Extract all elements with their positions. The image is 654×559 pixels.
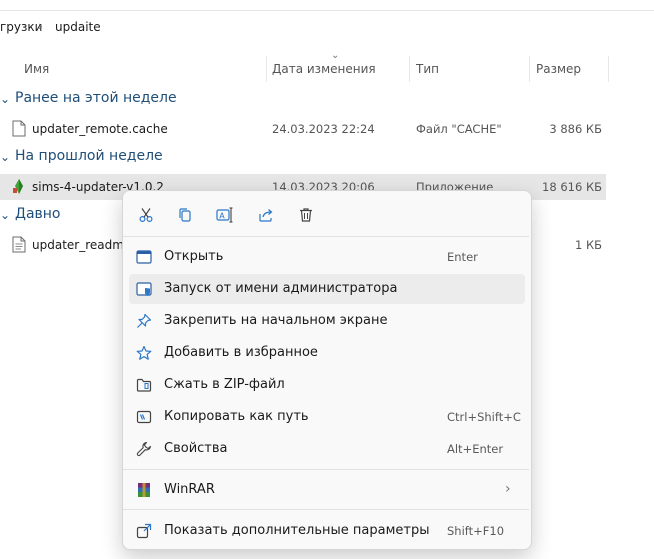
menu-item-label: Показать дополнительные параметры — [164, 523, 430, 538]
column-divider[interactable] — [608, 56, 609, 82]
column-header-size[interactable]: Размер — [536, 62, 581, 76]
column-divider[interactable] — [409, 56, 410, 82]
menu-item-label: Копировать как путь — [164, 409, 309, 424]
cut-icon[interactable] — [134, 204, 158, 226]
file-name: updater_remote.cache — [32, 122, 168, 136]
column-header-name[interactable]: Имя — [24, 62, 49, 76]
copy-path-icon — [135, 408, 153, 426]
app-icon — [13, 179, 23, 194]
zip-icon — [135, 376, 153, 394]
breadcrumb-parent[interactable]: грузки — [0, 20, 42, 34]
chevron-down-icon: ⌄ — [0, 150, 11, 164]
menu-item-shortcut: Ctrl+Shift+C — [447, 410, 521, 424]
breadcrumb-current[interactable]: updaite — [55, 20, 101, 34]
text-file-icon — [12, 236, 26, 253]
chevron-down-icon: ⌄ — [0, 208, 11, 222]
open-icon — [135, 248, 153, 266]
chevron-down-icon: ⌄ — [0, 92, 11, 106]
shield-icon — [135, 280, 153, 298]
menu-item-properties[interactable]: Свойства Alt+Enter — [129, 434, 525, 464]
menu-separator — [123, 469, 529, 470]
pin-icon — [135, 312, 153, 330]
document-file-icon — [12, 120, 26, 137]
file-size: 3 886 КБ — [549, 122, 602, 136]
chevron-right-icon: › — [505, 481, 511, 497]
sort-caret-icon: ⌄ — [331, 50, 340, 61]
menu-item-winrar[interactable]: WinRAR › — [129, 475, 525, 505]
menu-separator — [123, 236, 529, 237]
context-menu: A Открыть Enter Запуск от имени админист… — [122, 190, 532, 550]
file-name: updater_readme — [32, 238, 132, 252]
menu-item-label: Добавить в избранное — [164, 345, 318, 360]
menu-item-shortcut: Enter — [447, 250, 478, 264]
column-header-type[interactable]: Тип — [416, 62, 439, 76]
menu-item-pin-to-start[interactable]: Закрепить на начальном экране — [129, 306, 525, 336]
toolbar-divider — [0, 10, 654, 11]
menu-item-label: WinRAR — [164, 482, 215, 497]
file-size: 18 616 КБ — [542, 180, 602, 194]
menu-item-copy-as-path[interactable]: Копировать как путь Ctrl+Shift+C — [129, 402, 525, 432]
menu-item-label: Открыть — [164, 249, 224, 264]
menu-item-shortcut: Alt+Enter — [447, 442, 504, 456]
file-date: 24.03.2023 22:24 — [272, 122, 375, 136]
group-label: Ранее на этой неделе — [15, 90, 177, 106]
menu-item-show-more-options[interactable]: Показать дополнительные параметры Shift+… — [129, 516, 525, 546]
menu-item-shortcut: Shift+F10 — [447, 524, 505, 538]
column-divider[interactable] — [529, 56, 530, 82]
column-header-date[interactable]: Дата изменения — [272, 62, 376, 76]
menu-item-open[interactable]: Открыть Enter — [129, 242, 525, 272]
star-icon — [135, 344, 153, 362]
menu-item-compress-zip[interactable]: Сжать в ZIP-файл — [129, 370, 525, 400]
menu-item-add-to-favorites[interactable]: Добавить в избранное — [129, 338, 525, 368]
share-icon[interactable] — [254, 204, 278, 226]
group-label: Давно — [15, 206, 61, 222]
menu-item-label: Свойства — [164, 441, 228, 456]
menu-item-run-as-admin[interactable]: Запуск от имени администратора — [129, 274, 525, 304]
wrench-icon — [135, 440, 153, 458]
file-size: 1 КБ — [574, 238, 602, 252]
menu-separator — [123, 509, 529, 510]
group-label: На прошлой неделе — [15, 148, 163, 164]
delete-icon[interactable] — [294, 204, 318, 226]
svg-text:A: A — [219, 212, 225, 221]
column-divider[interactable] — [266, 56, 267, 82]
file-type: Файл "CACHE" — [416, 122, 502, 136]
copy-icon[interactable] — [173, 204, 197, 226]
address-bar-area: грузки › updaite — [0, 0, 654, 56]
menu-item-label: Закрепить на начальном экране — [164, 313, 388, 328]
file-row[interactable]: updater_remote.cache 24.03.2023 22:24 Фа… — [0, 116, 606, 142]
menu-item-label: Сжать в ZIP-файл — [164, 377, 285, 392]
more-options-icon — [135, 522, 153, 540]
menu-item-label: Запуск от имени администратора — [164, 281, 398, 296]
breadcrumb-separator: › — [38, 19, 43, 33]
rename-icon[interactable]: A — [213, 204, 237, 226]
winrar-icon — [135, 481, 153, 499]
